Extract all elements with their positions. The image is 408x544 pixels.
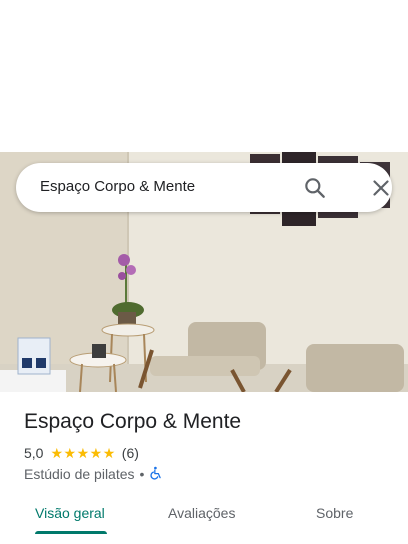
tab-overview[interactable]: Visão geral <box>35 505 105 521</box>
place-tabs: Visão geral Avaliações Sobre <box>0 496 408 544</box>
wheelchair-icon <box>149 466 163 483</box>
review-count[interactable]: (6) <box>122 445 139 461</box>
star-icon: ★ <box>50 445 64 461</box>
star-icon: ★ <box>76 445 90 461</box>
close-icon[interactable] <box>368 175 394 201</box>
rating-row[interactable]: 5,0 ★ ★ ★ ★ ★ (6) <box>24 444 139 462</box>
star-icon: ★ <box>63 445 77 461</box>
search-bar[interactable]: Espaço Corpo & Mente <box>16 163 392 212</box>
place-category: Estúdio de pilates <box>24 466 135 482</box>
search-query-text[interactable]: Espaço Corpo & Mente <box>40 178 195 195</box>
star-rating: ★ ★ ★ ★ ★ <box>50 446 115 460</box>
star-icon: ★ <box>102 445 116 461</box>
active-tab-indicator <box>35 531 107 534</box>
rating-value: 5,0 <box>24 445 44 461</box>
category-row: Estúdio de pilates • <box>24 465 163 483</box>
star-icon: ★ <box>89 445 103 461</box>
place-title: Espaço Corpo & Mente <box>24 410 242 433</box>
separator-dot: • <box>139 466 145 482</box>
tab-about[interactable]: Sobre <box>316 505 353 521</box>
tab-reviews[interactable]: Avaliações <box>168 505 235 521</box>
search-icon[interactable] <box>302 175 328 201</box>
